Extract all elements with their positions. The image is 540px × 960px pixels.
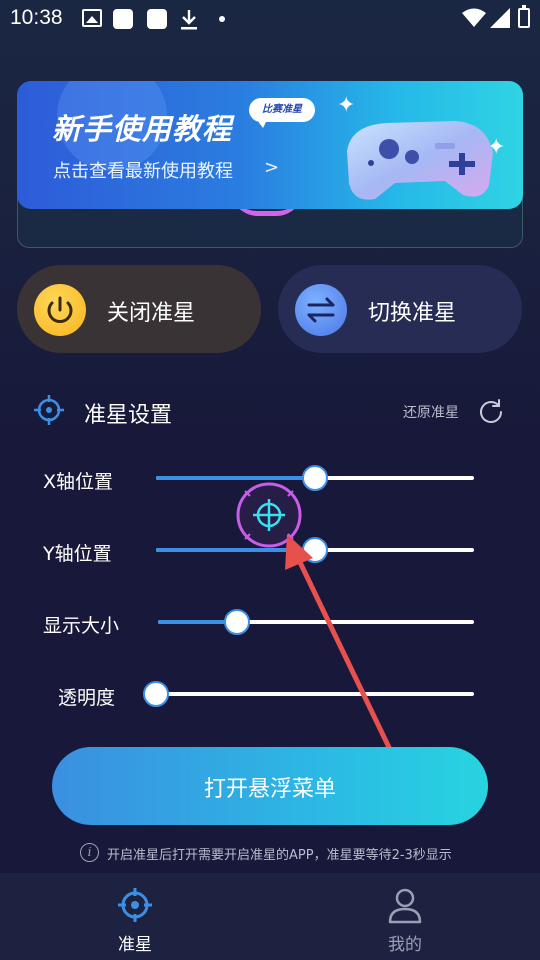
close-crosshair-label: 关闭准星 [107, 301, 196, 326]
slider-fill [156, 476, 315, 480]
nav-item-mine[interactable]: 我的 [345, 873, 465, 960]
banner-subtitle: 点击查看最新使用教程 [53, 161, 233, 182]
user-profile-icon [387, 887, 423, 929]
notification-app-icon [147, 9, 167, 29]
reset-crosshair-button[interactable]: 还原准星 [403, 402, 459, 422]
banner-title: 新手使用教程 [52, 112, 233, 146]
slider-thumb[interactable] [143, 681, 169, 707]
refresh-icon[interactable] [478, 398, 504, 428]
gamepad-icon [347, 121, 493, 200]
tutorial-banner[interactable]: 新手使用教程 比赛准星 点击查看最新使用教程 > ✦ ✦ [17, 81, 523, 209]
status-time: 10:38 [10, 6, 63, 29]
chevron-right-icon: > [264, 157, 280, 178]
nav-label-mine: 我的 [388, 935, 422, 955]
y-position-label: Y轴位置 [43, 543, 112, 565]
open-floating-menu-label: 打开悬浮菜单 [203, 777, 336, 802]
status-bar: 10:38 [0, 0, 540, 38]
switch-crosshair-label: 切换准星 [368, 301, 457, 326]
bottom-navigation: 准星 我的 [0, 873, 540, 960]
nav-item-crosshair[interactable]: 准星 [75, 873, 195, 960]
slider-thumb[interactable] [224, 609, 250, 635]
more-notifications-dot-icon [219, 16, 225, 22]
opacity-label: 透明度 [58, 687, 116, 709]
banner-badge: 比赛准星 [249, 98, 315, 128]
download-icon [180, 9, 198, 31]
switch-crosshair-button[interactable]: 切换准星 [278, 265, 522, 353]
crosshair-settings-icon [33, 394, 65, 430]
crosshair-settings-title: 准星设置 [84, 403, 173, 428]
swap-arrows-icon [295, 284, 347, 336]
open-floating-menu-button[interactable]: 打开悬浮菜单 [52, 747, 488, 825]
info-icon: i [80, 843, 99, 862]
crosshair-nav-icon [117, 887, 153, 927]
display-size-label: 显示大小 [43, 615, 120, 637]
wifi-icon [462, 8, 486, 32]
signal-icon [490, 8, 510, 32]
power-icon [34, 284, 86, 336]
x-position-label: X轴位置 [43, 471, 114, 493]
info-text: 开启准星后打开需要开启准星的APP，准星要等待2-3秒显示 [107, 848, 452, 863]
x-position-slider[interactable] [156, 465, 474, 491]
close-crosshair-button[interactable]: 关闭准星 [17, 265, 261, 353]
slider-thumb[interactable] [302, 465, 328, 491]
gallery-icon [82, 9, 102, 27]
nav-label-crosshair: 准星 [118, 935, 152, 955]
notification-app-icon [113, 9, 133, 29]
battery-icon [518, 5, 530, 28]
